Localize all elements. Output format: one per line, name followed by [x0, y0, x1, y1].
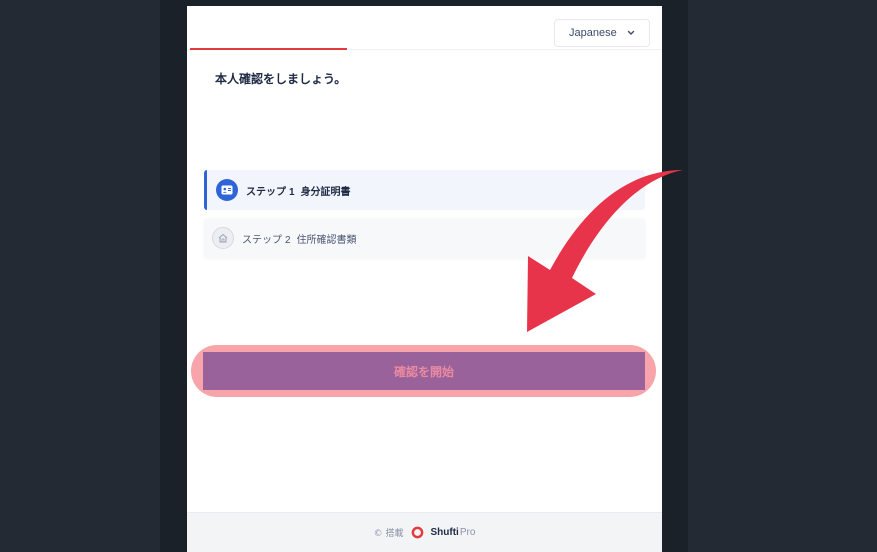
verification-modal: Japanese 本人確認をしましょう。 ステップ 1 身分証明書 ステップ 2… [187, 6, 662, 552]
step-number: 1 [289, 186, 295, 198]
id-card-icon [216, 179, 238, 201]
step-prefix: ステップ [246, 186, 286, 198]
footer: © 搭載 Shufti Pro [187, 512, 662, 552]
step-number: 2 [285, 234, 291, 246]
brand-suffix: Pro [459, 527, 476, 538]
shufti-logo-icon [412, 526, 424, 539]
progress-indicator [190, 48, 347, 50]
start-verification-button[interactable]: 確認を開始 [203, 352, 645, 390]
chevron-down-icon [627, 30, 635, 35]
language-select-value: Japanese [569, 27, 617, 39]
home-icon [212, 227, 234, 249]
step-label: ステップ 2 住所確認書類 [242, 231, 357, 246]
step-item-id-document[interactable]: ステップ 1 身分証明書 [204, 170, 645, 210]
step-label: ステップ 1 身分証明書 [246, 183, 351, 198]
step-prefix: ステップ [242, 234, 282, 246]
brand-name: Shufti [430, 527, 459, 538]
page-title: 本人確認をしましょう。 [215, 72, 347, 86]
modal-header: Japanese [187, 6, 662, 50]
powered-by-label: © 搭載 [373, 529, 404, 539]
step-name: 住所確認書類 [296, 234, 357, 246]
language-select[interactable]: Japanese [554, 19, 650, 47]
step-item-address-document[interactable]: ステップ 2 住所確認書類 [204, 218, 645, 258]
step-name: 身分証明書 [300, 186, 351, 198]
